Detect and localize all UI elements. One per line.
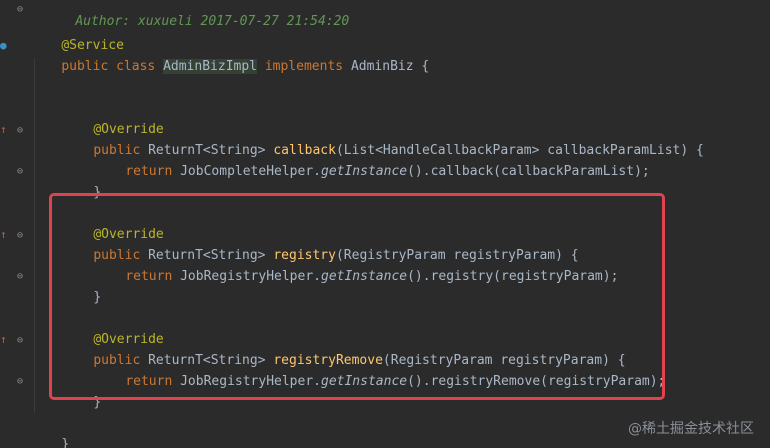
code-line[interactable]: public class AdminBizImpl implements Adm… <box>30 35 429 74</box>
code-line[interactable]: return JobCompleteHelper.getInstance().c… <box>94 140 649 179</box>
watermark: @稀土掘金技术社区 <box>628 421 754 437</box>
implements-icon[interactable]: ● <box>0 40 7 51</box>
fold-icon[interactable]: ⊖ <box>17 166 23 177</box>
fold-icon[interactable]: ⊖ <box>17 4 23 15</box>
closing-brace: } <box>61 437 70 448</box>
interface-name: AdminBiz { <box>350 59 430 74</box>
static-call: getInstance <box>321 164 408 179</box>
code-line[interactable]: } <box>30 413 69 448</box>
keyword: implements <box>264 59 344 74</box>
fold-icon[interactable]: ⊖ <box>17 376 23 387</box>
receiver: JobCompleteHelper. <box>180 164 321 179</box>
override-arrow-icon[interactable]: ↑ <box>0 124 7 135</box>
fold-icon[interactable]: ⊖ <box>17 271 23 282</box>
override-arrow-icon[interactable]: ↑ <box>0 229 7 240</box>
code-line[interactable]: public ReturnT<String> callback(List<Han… <box>62 119 704 158</box>
indent-guide <box>34 58 35 413</box>
fold-icon[interactable]: ⊖ <box>17 335 23 346</box>
code-line[interactable]: } <box>62 161 101 200</box>
override-arrow-icon[interactable]: ↑ <box>0 334 7 345</box>
call-chain: ().callback(callbackParamList); <box>407 164 650 179</box>
class-name: AdminBizImpl <box>163 59 257 74</box>
fold-icon[interactable]: ⊖ <box>17 125 23 136</box>
fold-icon[interactable]: ⊖ <box>17 230 23 241</box>
highlight-box <box>49 193 665 400</box>
keyword: class <box>116 59 156 74</box>
code-line[interactable]: @Override <box>62 98 163 137</box>
code-editor[interactable]: ● ⊖ ↑ ⊖ ⊖ ↑ ⊖ ⊖ ↑ ⊖ ⊖ Author: xuxueli 20… <box>0 0 770 448</box>
keyword: public <box>61 59 109 74</box>
doc-comment-line: Author: xuxueli 2017-07-27 21:54:20 <box>44 0 349 29</box>
keyword: return <box>125 164 173 179</box>
editor-gutter: ● ⊖ ↑ ⊖ ⊖ ↑ ⊖ ⊖ ↑ ⊖ ⊖ <box>0 0 28 448</box>
code-line[interactable]: @Service <box>30 14 124 53</box>
